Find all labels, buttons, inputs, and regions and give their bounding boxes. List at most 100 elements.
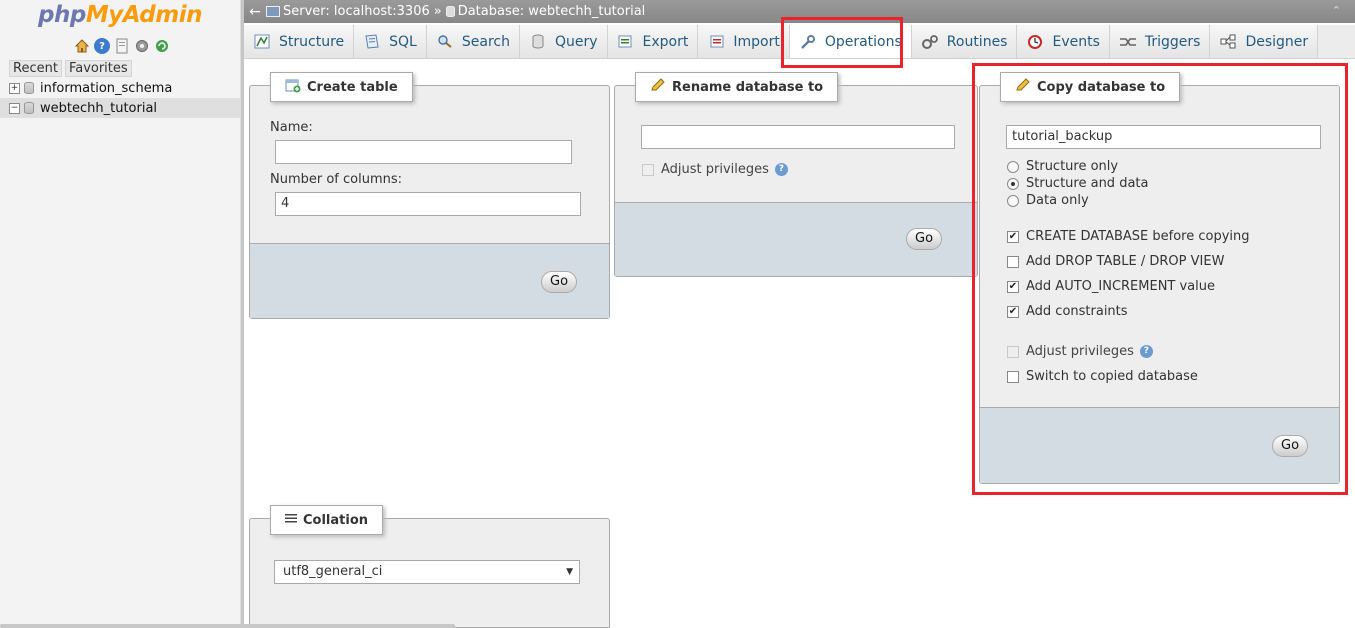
import-icon bbox=[707, 34, 725, 50]
collapse-bar-icon[interactable]: ⌃ bbox=[1332, 4, 1341, 17]
tab-label: Designer bbox=[1245, 33, 1309, 50]
tab-operations[interactable]: Operations bbox=[789, 25, 912, 58]
list-icon bbox=[285, 513, 297, 528]
copy-database-input[interactable]: tutorial_backup bbox=[1006, 125, 1321, 149]
radio-structure-only[interactable] bbox=[1007, 160, 1019, 173]
structure-icon bbox=[253, 34, 271, 50]
help-icon[interactable]: ? bbox=[774, 163, 788, 176]
breadcrumb-server-label: Server: localhost:3306 bbox=[283, 4, 430, 19]
help-icon[interactable]: ? bbox=[1139, 345, 1153, 358]
phpmyadmin-logo[interactable]: phpMyAdmin bbox=[38, 2, 202, 28]
pencil-icon bbox=[650, 78, 666, 96]
tab-triggers[interactable]: Triggers bbox=[1109, 25, 1211, 58]
export-icon bbox=[617, 34, 635, 50]
rename-database-panel: Rename database to Adjust privileges ? G… bbox=[614, 72, 978, 277]
switch-database-checkbox[interactable] bbox=[1007, 370, 1019, 383]
adjust-privileges-checkbox[interactable] bbox=[642, 163, 654, 176]
option-structure-and-data[interactable]: Structure and data bbox=[1007, 176, 1148, 191]
tab-export[interactable]: Export bbox=[607, 25, 699, 58]
reload-icon[interactable] bbox=[154, 38, 170, 54]
drop-table-checkbox[interactable] bbox=[1007, 255, 1019, 268]
horizontal-scrollbar[interactable] bbox=[0, 624, 455, 628]
adjust-privileges-label: Adjust privileges bbox=[661, 162, 769, 177]
tab-label: Structure bbox=[279, 33, 345, 50]
home-icon[interactable] bbox=[74, 38, 90, 54]
copy-adjust-privileges: Adjust privileges ? bbox=[1007, 344, 1153, 359]
rename-database-footer: Go bbox=[615, 202, 977, 276]
constraints-checkbox[interactable]: ✔ bbox=[1007, 305, 1019, 318]
copy-database-legend: Copy database to bbox=[1000, 72, 1181, 102]
tab-designer[interactable]: Designer bbox=[1210, 25, 1319, 58]
tab-search[interactable]: Search bbox=[426, 25, 520, 58]
breadcrumb-server[interactable]: Server: localhost:3306 bbox=[266, 4, 430, 19]
create-database-option[interactable]: ✔ CREATE DATABASE before copying bbox=[1007, 229, 1250, 244]
rename-adjust-privileges: Adjust privileges ? bbox=[642, 162, 788, 177]
tab-label: Operations bbox=[824, 33, 902, 50]
help-icon[interactable]: ? bbox=[94, 38, 110, 54]
collation-select[interactable]: utf8_general_ci ▼ bbox=[274, 560, 580, 584]
nav-tabs: Recent Favorites bbox=[9, 60, 132, 77]
sql-icon bbox=[363, 34, 381, 50]
routines-gears-icon bbox=[921, 34, 939, 50]
clock-icon bbox=[1026, 34, 1044, 50]
create-database-checkbox[interactable]: ✔ bbox=[1007, 230, 1019, 243]
copy-database-footer: Go bbox=[980, 407, 1339, 483]
favorites-tab[interactable]: Favorites bbox=[64, 60, 132, 77]
rename-database-go-button[interactable]: Go bbox=[906, 228, 943, 250]
wrench-icon bbox=[799, 34, 817, 50]
settings-gear-icon[interactable] bbox=[134, 38, 150, 54]
option-structure-only[interactable]: Structure only bbox=[1007, 159, 1118, 174]
database-icon bbox=[24, 82, 34, 94]
recent-tab[interactable]: Recent bbox=[9, 60, 62, 77]
tab-routines[interactable]: Routines bbox=[911, 25, 1018, 58]
triggers-icon bbox=[1119, 34, 1137, 50]
switch-database-option[interactable]: Switch to copied database bbox=[1007, 369, 1198, 384]
tree-item-webtechh-tutorial[interactable]: − webtechh_tutorial bbox=[0, 98, 241, 118]
tree-item-label[interactable]: information_schema bbox=[40, 81, 172, 96]
server-icon bbox=[266, 6, 280, 17]
tab-events[interactable]: Events bbox=[1017, 25, 1110, 58]
auto-increment-checkbox[interactable]: ✔ bbox=[1007, 280, 1019, 293]
columns-input[interactable]: 4 bbox=[275, 192, 581, 216]
create-table-panel: Create table Name: Number of columns: 4 … bbox=[249, 72, 610, 319]
tab-label: SQL bbox=[389, 33, 417, 50]
tab-import[interactable]: Import bbox=[698, 25, 790, 58]
tab-structure[interactable]: Structure bbox=[244, 25, 355, 58]
nav-resizer[interactable] bbox=[241, 0, 244, 628]
designer-icon bbox=[1219, 34, 1237, 50]
constraints-option[interactable]: ✔ Add constraints bbox=[1007, 304, 1128, 319]
rename-database-legend: Rename database to bbox=[635, 72, 839, 102]
create-table-go-button[interactable]: Go bbox=[541, 271, 578, 293]
search-icon bbox=[436, 34, 454, 50]
adjust-privileges-checkbox[interactable] bbox=[1007, 345, 1019, 358]
dropdown-arrow-icon: ▼ bbox=[566, 567, 573, 577]
query-icon bbox=[529, 34, 547, 50]
expand-icon[interactable]: + bbox=[9, 82, 20, 94]
back-arrow-icon[interactable]: ← bbox=[244, 4, 266, 20]
auto-increment-option[interactable]: ✔ Add AUTO_INCREMENT value bbox=[1007, 279, 1215, 294]
tree-item-label[interactable]: webtechh_tutorial bbox=[40, 101, 157, 116]
breadcrumb-database[interactable]: Database: webtechh_tutorial bbox=[445, 4, 645, 19]
navigation-panel: phpMyAdmin ? Recent Favorites + informat… bbox=[0, 0, 241, 628]
rename-database-input[interactable] bbox=[641, 125, 955, 149]
collation-panel: Collation utf8_general_ci ▼ bbox=[249, 505, 610, 628]
tab-label: Query bbox=[554, 33, 598, 50]
option-data-only[interactable]: Data only bbox=[1007, 193, 1089, 208]
tab-sql[interactable]: SQL bbox=[354, 25, 427, 58]
collapse-icon[interactable]: − bbox=[9, 102, 20, 114]
nav-quick-icons: ? bbox=[74, 38, 170, 54]
radio-structure-and-data[interactable] bbox=[1007, 177, 1019, 190]
table-name-label: Name: bbox=[270, 120, 313, 135]
copy-database-go-button[interactable]: Go bbox=[1272, 435, 1309, 457]
add-table-icon bbox=[285, 78, 301, 97]
create-table-legend: Create table bbox=[270, 72, 413, 102]
tab-label: Search bbox=[461, 33, 510, 50]
radio-data-only[interactable] bbox=[1007, 194, 1019, 207]
tree-item-information-schema[interactable]: + information_schema bbox=[0, 78, 241, 98]
database-icon bbox=[24, 102, 34, 114]
table-name-input[interactable] bbox=[275, 140, 572, 164]
drop-table-option[interactable]: Add DROP TABLE / DROP VIEW bbox=[1007, 254, 1224, 269]
documentation-icon[interactable] bbox=[114, 38, 130, 54]
tab-query[interactable]: Query bbox=[519, 25, 608, 58]
tab-label: Routines bbox=[946, 33, 1008, 50]
